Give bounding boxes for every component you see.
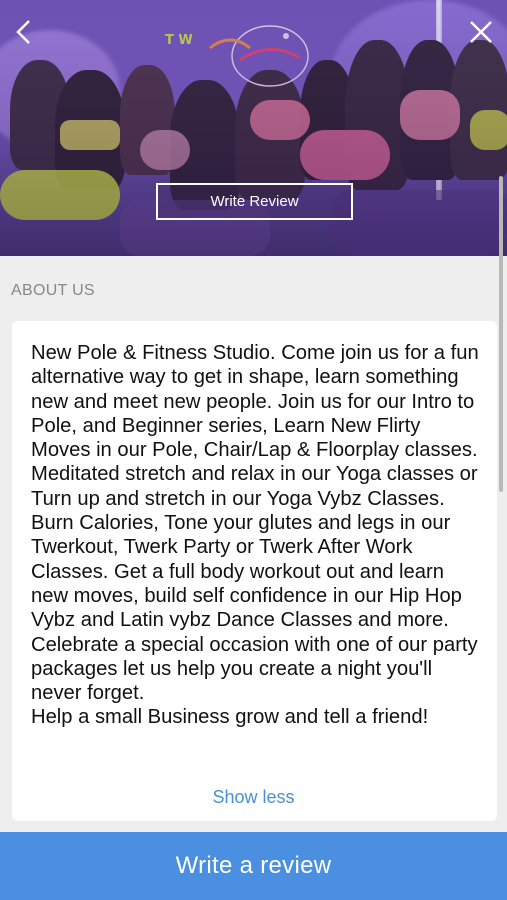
show-less-link[interactable]: Show less <box>0 787 507 808</box>
close-icon <box>470 21 492 43</box>
hero-image: T W Write Review <box>0 0 507 256</box>
write-a-review-label: Write a review <box>175 852 332 879</box>
write-review-button[interactable]: Write Review <box>156 183 353 220</box>
back-button[interactable] <box>6 14 42 50</box>
scrollbar[interactable] <box>499 176 503 492</box>
section-title-about: ABOUT US <box>11 282 95 299</box>
about-description: New Pole & Fitness Studio. Come join us … <box>31 342 479 729</box>
close-button[interactable] <box>463 14 499 50</box>
write-review-label: Write Review <box>210 193 299 210</box>
write-a-review-button[interactable]: Write a review <box>0 832 507 900</box>
chevron-left-icon <box>16 20 30 44</box>
